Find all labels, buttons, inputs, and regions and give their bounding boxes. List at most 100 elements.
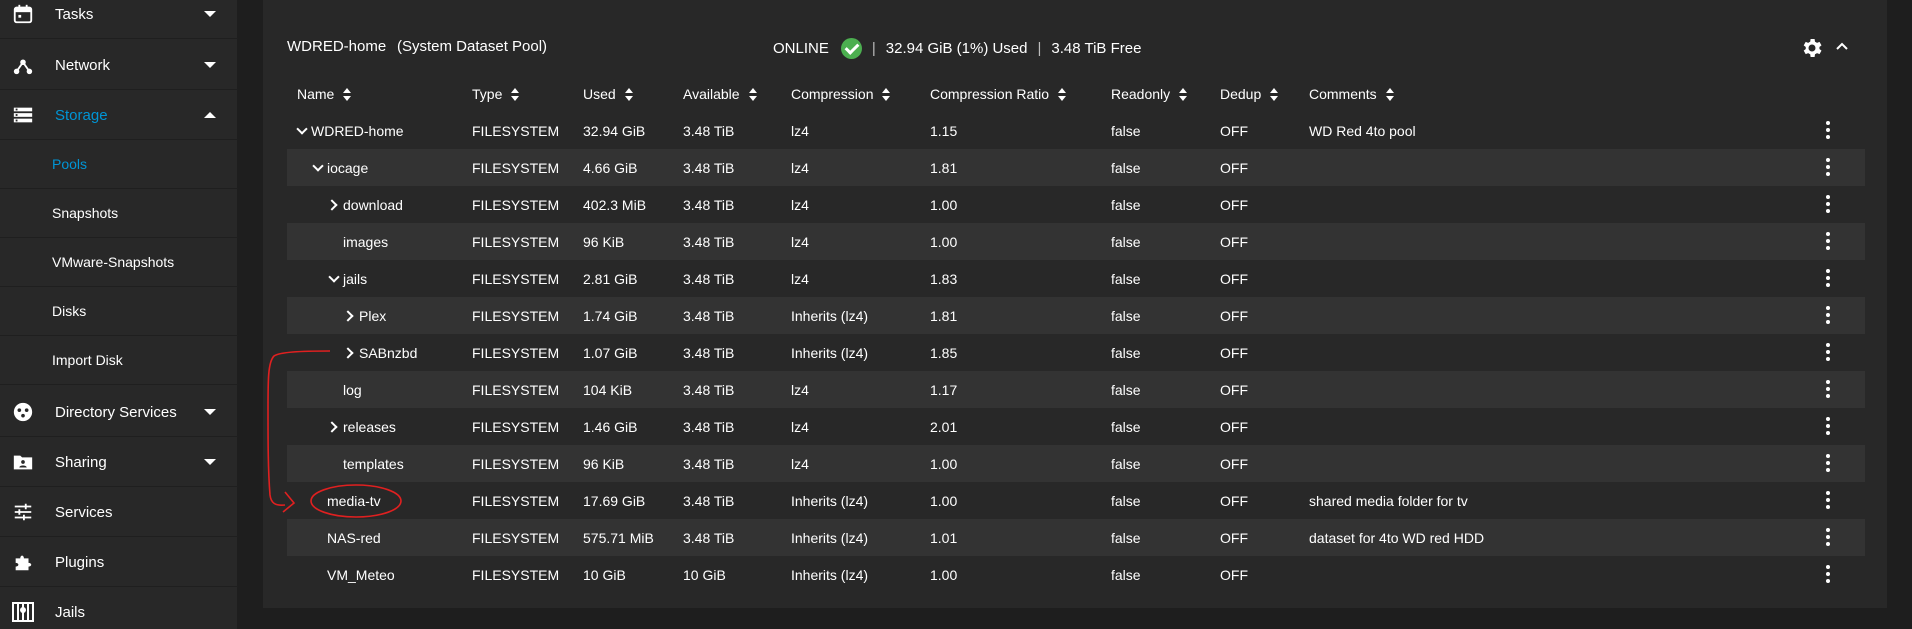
cell-type: FILESYSTEM xyxy=(472,234,560,250)
chevron-up-icon[interactable] xyxy=(1834,38,1850,54)
sidebar-item-tasks[interactable]: Tasks xyxy=(0,0,238,39)
cell-available: 3.48 TiB xyxy=(683,530,735,546)
sidebar-subitem-disks[interactable]: Disks xyxy=(0,287,238,336)
kebab-dot xyxy=(1826,357,1830,361)
storage-icon xyxy=(10,102,36,128)
column-header-dedup[interactable]: Dedup xyxy=(1220,86,1279,102)
chevron-down-icon xyxy=(204,11,216,17)
sliders-icon xyxy=(10,499,36,525)
chevron-down-icon[interactable] xyxy=(313,163,323,173)
cell-type: FILESYSTEM xyxy=(472,567,560,583)
kebab-dot xyxy=(1826,165,1830,169)
cell-compression-ratio: 1.81 xyxy=(930,308,958,324)
cell-available: 3.48 TiB xyxy=(683,493,735,509)
sidebar-subitem-vmware-snapshots[interactable]: VMware-Snapshots xyxy=(0,238,238,287)
sidebar-item-label: Services xyxy=(55,503,113,521)
cell-readonly: false xyxy=(1111,271,1141,287)
chevron-down-icon[interactable] xyxy=(297,126,307,136)
more-vert-icon[interactable] xyxy=(1819,378,1837,400)
column-header-label: Comments xyxy=(1309,86,1377,102)
chevron-down-icon[interactable] xyxy=(329,274,339,284)
chevron-right-icon[interactable] xyxy=(329,200,339,210)
more-vert-icon[interactable] xyxy=(1819,193,1837,215)
more-vert-icon[interactable] xyxy=(1819,489,1837,511)
column-header-used[interactable]: Used xyxy=(583,86,634,102)
sidebar-subitem-pools[interactable]: Pools xyxy=(0,140,238,189)
dataset-name: download xyxy=(343,197,403,213)
column-header-compression[interactable]: Compression xyxy=(791,86,891,102)
cell-readonly: false xyxy=(1111,123,1141,139)
cell-type: FILESYSTEM xyxy=(472,123,560,139)
table-row[interactable]: iocage FILESYSTEM 4.66 GiB 3.48 TiB lz4 1.81 f… xyxy=(287,149,1865,186)
sidebar-subitem-label: Import Disk xyxy=(52,352,123,368)
more-vert-icon[interactable] xyxy=(1819,230,1837,252)
sidebar-subitem-snapshots[interactable]: Snapshots xyxy=(0,189,238,238)
chevron-right-icon[interactable] xyxy=(329,422,339,432)
sidebar-item-jails[interactable]: Jails xyxy=(0,588,238,629)
more-vert-icon[interactable] xyxy=(1819,156,1837,178)
column-header-comments[interactable]: Comments xyxy=(1309,86,1395,102)
table-row[interactable]: log FILESYSTEM 104 KiB 3.48 TiB lz4 1.17 false… xyxy=(287,371,1865,408)
sidebar-item-services[interactable]: Services xyxy=(0,488,238,537)
sidebar-item-storage[interactable]: Storage xyxy=(0,91,238,140)
more-vert-icon[interactable] xyxy=(1819,341,1837,363)
separator: | xyxy=(871,40,876,57)
sidebar-subitem-import-disk[interactable]: Import Disk xyxy=(0,336,238,385)
sidebar-item-label: Storage xyxy=(55,106,108,124)
table-row[interactable]: jails FILESYSTEM 2.81 GiB 3.48 TiB lz4 1.83 fa… xyxy=(287,260,1865,297)
more-vert-icon[interactable] xyxy=(1819,415,1837,437)
table-row[interactable]: WDRED-home FILESYSTEM 32.94 GiB 3.48 TiB lz4… xyxy=(287,112,1865,149)
kebab-dot xyxy=(1826,320,1830,324)
column-header-available[interactable]: Available xyxy=(683,86,758,102)
sidebar-item-network[interactable]: Network xyxy=(0,41,238,90)
table-row[interactable]: templates FILESYSTEM 96 KiB 3.48 TiB lz4 1.00… xyxy=(287,445,1865,482)
cell-type: FILESYSTEM xyxy=(472,197,560,213)
cell-used: 1.07 GiB xyxy=(583,345,638,361)
table-row[interactable]: VM_Meteo FILESYSTEM 10 GiB 10 GiB Inherits (… xyxy=(287,556,1865,593)
kebab-dot xyxy=(1826,387,1830,391)
cell-used: 32.94 GiB xyxy=(583,123,646,139)
sidebar-item-directory-services[interactable]: Directory Services xyxy=(0,388,238,437)
cell-readonly: false xyxy=(1111,382,1141,398)
cell-compression: lz4 xyxy=(791,160,809,176)
kebab-dot xyxy=(1826,491,1830,495)
chevron-right-icon[interactable] xyxy=(345,311,355,321)
more-vert-icon[interactable] xyxy=(1819,526,1837,548)
more-vert-icon[interactable] xyxy=(1819,267,1837,289)
column-header-readonly[interactable]: Readonly xyxy=(1111,86,1188,102)
kebab-dot xyxy=(1826,505,1830,509)
table-row[interactable]: Plex FILESYSTEM 1.74 GiB 3.48 TiB Inherits (… xyxy=(287,297,1865,334)
cell-type: FILESYSTEM xyxy=(472,419,560,435)
dataset-name: templates xyxy=(343,456,404,472)
cell-compression-ratio: 1.00 xyxy=(930,456,958,472)
table-row[interactable]: releases FILESYSTEM 1.46 GiB 3.48 TiB lz4 2.0… xyxy=(287,408,1865,445)
chevron-right-icon[interactable] xyxy=(345,348,355,358)
more-vert-icon[interactable] xyxy=(1819,452,1837,474)
table-row[interactable]: media-tv FILESYSTEM 17.69 GiB 3.48 TiB Inher… xyxy=(287,482,1865,519)
table-row[interactable]: SABnzbd FILESYSTEM 1.07 GiB 3.48 TiB Inherit… xyxy=(287,334,1865,371)
column-header-compression-ratio[interactable]: Compression Ratio xyxy=(930,86,1067,102)
more-vert-icon[interactable] xyxy=(1819,119,1837,141)
pool-name: WDRED-home xyxy=(287,38,387,55)
more-vert-icon[interactable] xyxy=(1819,563,1837,585)
column-header-name[interactable]: Name xyxy=(297,86,352,102)
cell-dedup: OFF xyxy=(1220,271,1248,287)
pool-header: WDRED-home (System Dataset Pool) ONLINE … xyxy=(263,18,1887,76)
column-header-label: Readonly xyxy=(1111,86,1171,102)
table-row[interactable]: images FILESYSTEM 96 KiB 3.48 TiB lz4 1.00 fal… xyxy=(287,223,1865,260)
cell-used: 1.46 GiB xyxy=(583,419,638,435)
sidebar-item-sharing[interactable]: Sharing xyxy=(0,438,238,487)
cell-dedup: OFF xyxy=(1220,567,1248,583)
cell-compression-ratio: 1.01 xyxy=(930,530,958,546)
cell-type: FILESYSTEM xyxy=(472,493,560,509)
cell-readonly: false xyxy=(1111,308,1141,324)
table-row[interactable]: NAS-red FILESYSTEM 575.71 MiB 3.48 TiB Inher… xyxy=(287,519,1865,556)
column-header-type[interactable]: Type xyxy=(472,86,520,102)
kebab-dot xyxy=(1826,209,1830,213)
more-vert-icon[interactable] xyxy=(1819,304,1837,326)
cell-available: 3.48 TiB xyxy=(683,123,735,139)
cell-used: 96 KiB xyxy=(583,234,625,250)
gear-icon[interactable] xyxy=(1800,36,1824,60)
sidebar-item-plugins[interactable]: Plugins xyxy=(0,538,238,587)
table-row[interactable]: download FILESYSTEM 402.3 MiB 3.48 TiB lz4 1.… xyxy=(287,186,1865,223)
